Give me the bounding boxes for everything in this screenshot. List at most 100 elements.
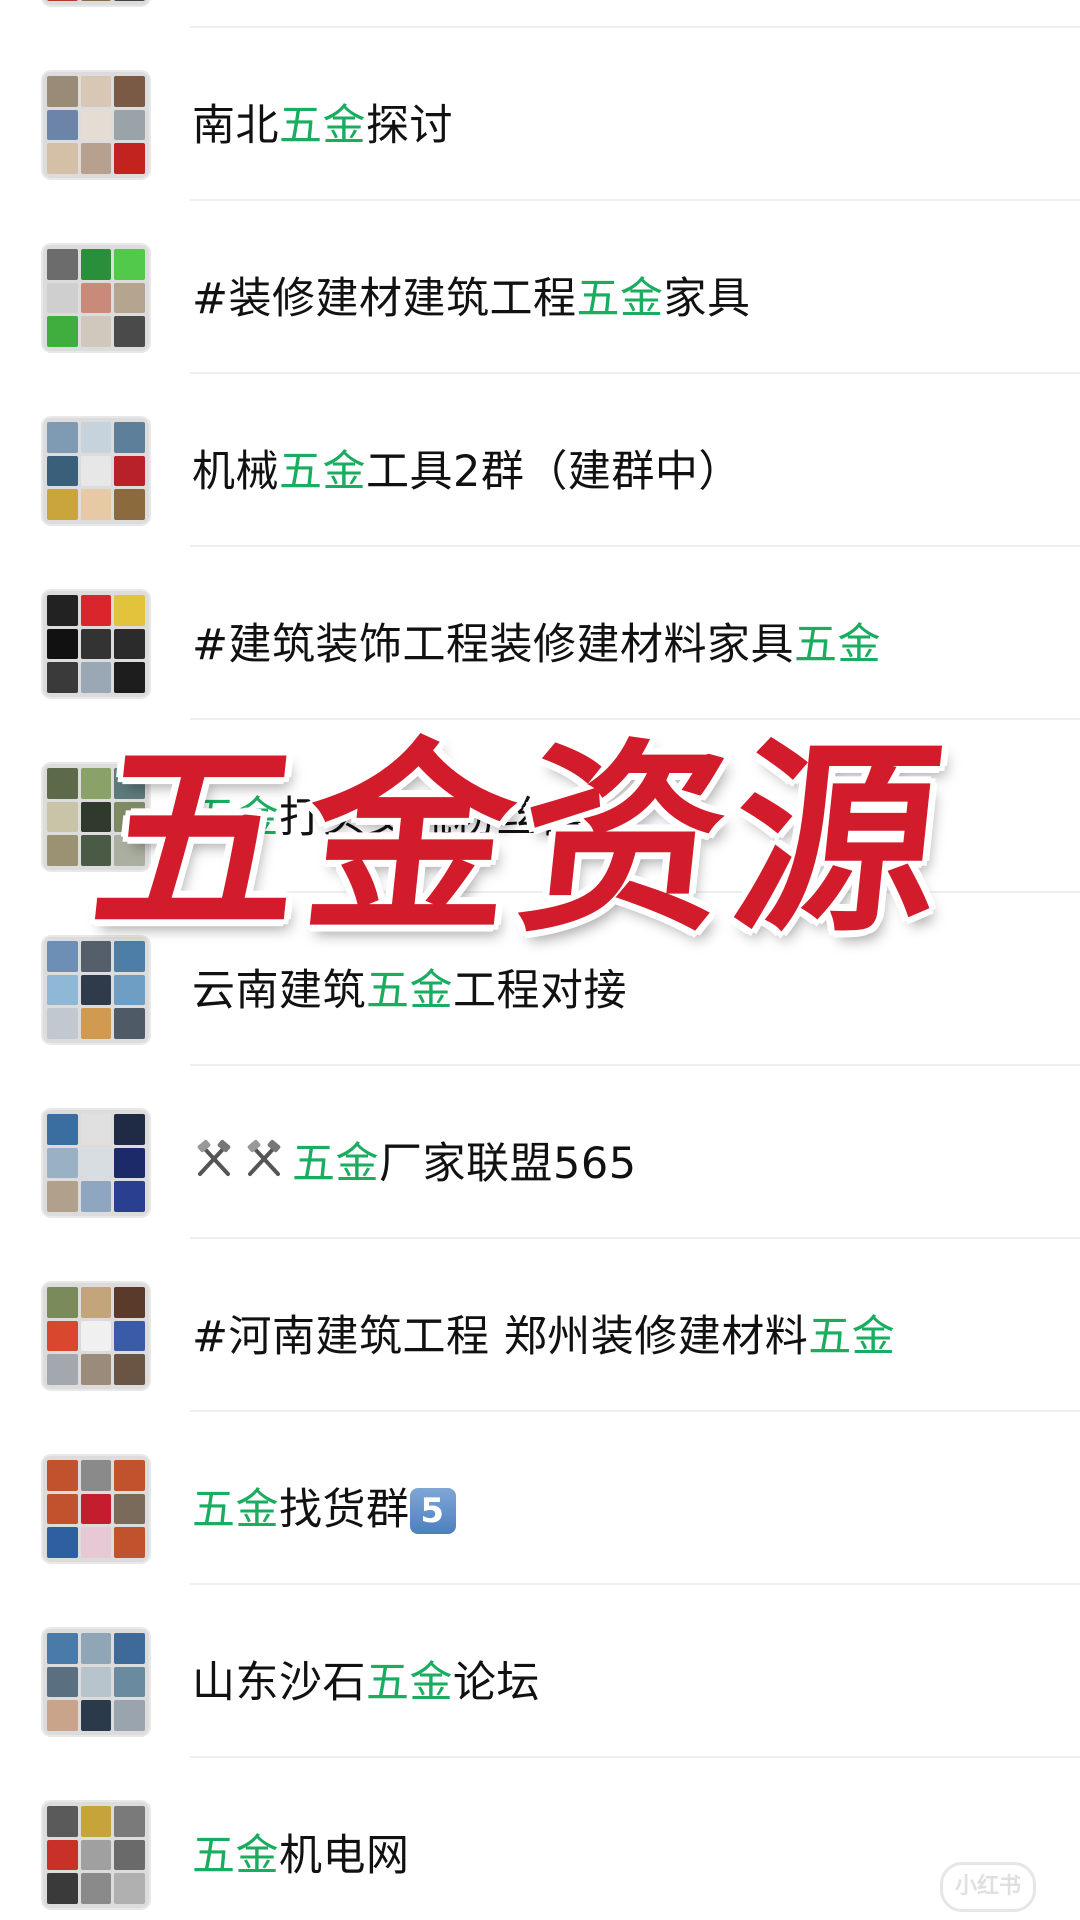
group-name-segment: 论坛 (453, 1658, 540, 1708)
avatar-tile (47, 595, 78, 626)
avatar-tile (80, 422, 112, 453)
avatar-tile (47, 768, 78, 799)
group-name: 五金厂家联盟565 (192, 1138, 637, 1194)
avatar-tile (114, 76, 145, 107)
avatar-tile (47, 801, 78, 833)
avatar-tile (114, 282, 145, 314)
group-avatar (43, 1456, 149, 1562)
avatar-tile (47, 249, 78, 280)
overlay-title-text: 五金资源 (82, 720, 960, 960)
group-name-segment: 山东沙石 (192, 1658, 366, 1708)
group-list-item[interactable]: 南北五金探讨 (0, 28, 1080, 201)
avatar-tile (47, 316, 78, 347)
keyword-highlight: 五金 (794, 620, 882, 670)
avatar-tile (114, 455, 145, 487)
group-name-segment: 工程对接 (453, 966, 627, 1016)
group-name-segment: 机械 (192, 447, 279, 497)
avatar-tile (47, 143, 78, 174)
group-avatar (43, 1283, 149, 1389)
group-name: 山东沙石五金论坛 (192, 1657, 540, 1709)
avatar-tile (80, 1320, 112, 1352)
avatar-tile (47, 1320, 78, 1352)
xiaohongshu-watermark: 小红书 (940, 1862, 1036, 1912)
group-avatar (43, 418, 149, 524)
group-name: #河南建筑工程 郑州装修建材料五金 (192, 1311, 895, 1363)
avatar-tile (47, 1181, 78, 1212)
avatar-tile (80, 1633, 112, 1664)
group-list-item[interactable]: #河南建筑工程 郑州装修建材料五金 (0, 1239, 1080, 1412)
group-list-item[interactable]: 机械五金工具2群（建群中） (0, 374, 1080, 547)
avatar-tile (114, 1806, 145, 1837)
avatar-tile (80, 1666, 112, 1698)
avatar-tile (80, 1181, 112, 1212)
avatar-tile (47, 1839, 78, 1871)
avatar-tile (47, 941, 78, 972)
avatar-tile (47, 1666, 78, 1698)
avatar-tile (114, 1633, 145, 1664)
group-list-item[interactable]: 山东沙石五金论坛 (0, 1585, 1080, 1758)
avatar-tile (114, 1839, 145, 1871)
avatar-tile (47, 1114, 78, 1145)
avatar-tile (80, 143, 112, 174)
avatar-tile (114, 1008, 145, 1039)
avatar-tile (114, 249, 145, 280)
avatar-tile (114, 1527, 145, 1558)
avatar-tile (80, 662, 112, 693)
avatar-tile (80, 1287, 112, 1318)
group-name-segment: 探讨 (366, 101, 453, 151)
group-avatar (43, 1802, 149, 1908)
keyword-highlight: 五金 (366, 966, 453, 1016)
avatar-tile (47, 422, 78, 453)
group-avatar (43, 245, 149, 351)
avatar-tile (47, 1008, 78, 1039)
avatar-tile (47, 835, 78, 866)
avatar-tile (47, 0, 78, 1)
group-avatar (43, 1629, 149, 1735)
avatar-tile (47, 1287, 78, 1318)
avatar-tile (80, 1527, 112, 1558)
avatar-tile (114, 1181, 145, 1212)
avatar-tile (80, 974, 112, 1006)
avatar-tile (114, 1354, 145, 1385)
group-name-segment: #河南建筑工程 郑州装修建材料 (192, 1312, 809, 1362)
group-name-segment: 云南建筑 (192, 966, 366, 1016)
avatar-tile (47, 1460, 78, 1491)
group-avatar (43, 591, 149, 697)
group-name: 云南建筑五金工程对接 (192, 965, 627, 1017)
avatar-tile (114, 662, 145, 693)
group-list-item[interactable]: #建筑装饰工程装修建材料家具五金 (0, 547, 1080, 720)
group-list-item[interactable]: 五金厂家联盟565 (0, 1066, 1080, 1239)
avatar-tile (80, 1147, 112, 1179)
group-list-item[interactable]: #装修建材建筑工程五金家具 (0, 201, 1080, 374)
keyword-highlight: 五金 (576, 274, 664, 324)
avatar-tile (80, 282, 112, 314)
avatar-tile (47, 109, 78, 141)
avatar-tile (80, 109, 112, 141)
avatar-tile (47, 628, 78, 660)
avatar-tile (114, 628, 145, 660)
avatar-tile (80, 1873, 112, 1904)
avatar-tile (80, 0, 112, 1)
group-list-item[interactable]: 五金机电网 (0, 1758, 1080, 1920)
avatar-tile (80, 249, 112, 280)
group-name-segment: 厂家联盟565 (379, 1139, 637, 1189)
avatar-tile (80, 1114, 112, 1145)
avatar-tile (80, 1493, 112, 1525)
group-list-item[interactable]: 五金找货群 5 (0, 1412, 1080, 1585)
avatar-tile (114, 595, 145, 626)
avatar-tile (80, 1806, 112, 1837)
avatar-tile (80, 1839, 112, 1871)
avatar-tile (47, 1354, 78, 1385)
avatar-tile (80, 455, 112, 487)
keyword-highlight: 五金 (279, 101, 366, 151)
avatar-tile (114, 143, 145, 174)
avatar-tile (47, 1633, 78, 1664)
avatar-tile (114, 1666, 145, 1698)
avatar-tile (114, 109, 145, 141)
avatar-tile (114, 1147, 145, 1179)
group-list-item[interactable]: 河南五金对接群 (0, 0, 1080, 28)
group-name-segment: #装修建材建筑工程 (192, 274, 577, 324)
avatar-tile (80, 628, 112, 660)
avatar-tile (114, 489, 145, 520)
group-name: 机械五金工具2群（建群中） (192, 446, 742, 498)
